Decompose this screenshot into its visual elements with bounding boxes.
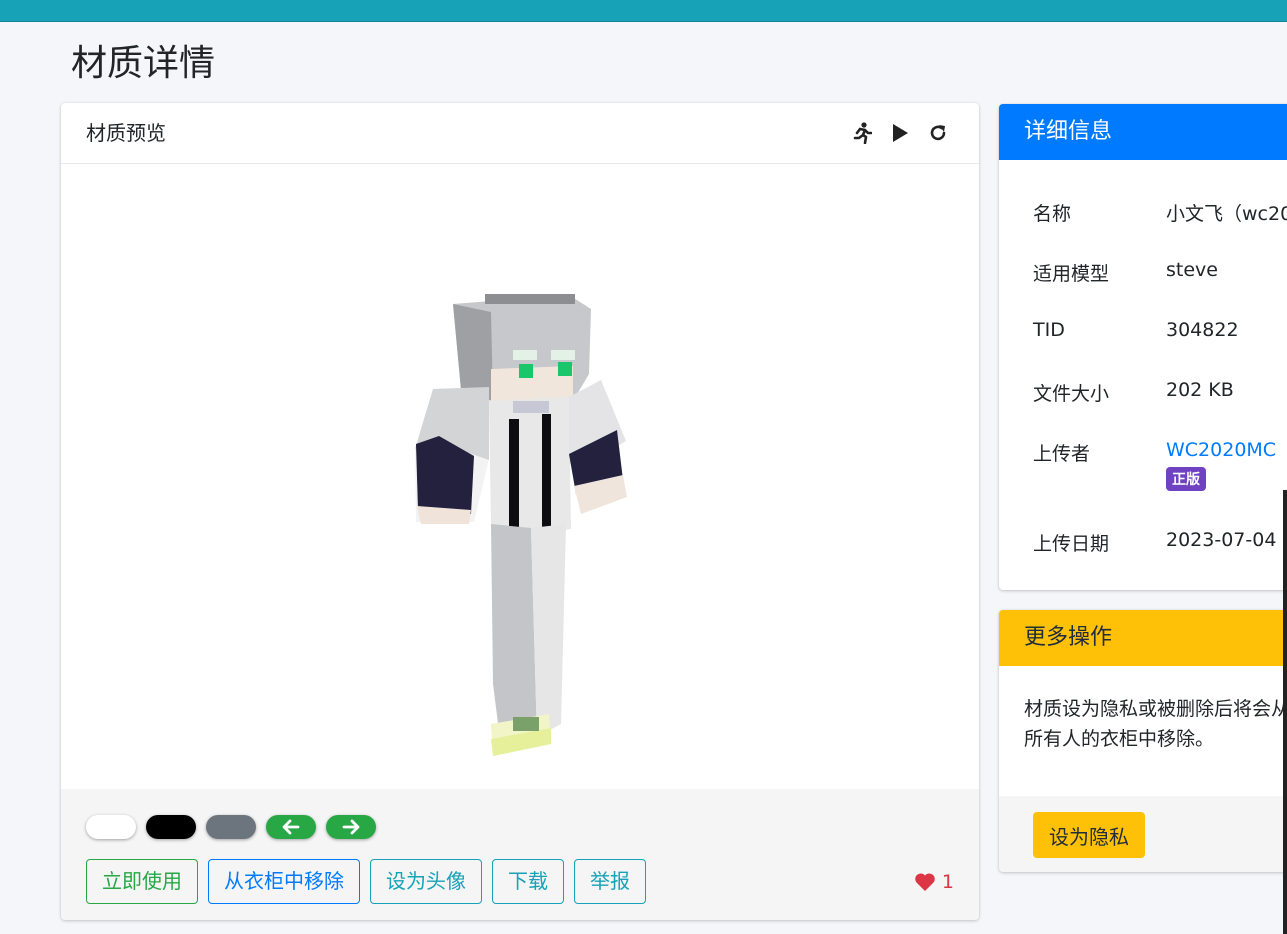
more-actions-footer: 设为隐私 <box>999 796 1287 872</box>
top-navbar <box>0 0 1287 22</box>
skin-model <box>415 294 627 756</box>
uploader-link[interactable]: WC2020MC <box>1166 439 1276 461</box>
use-now-button[interactable]: 立即使用 <box>86 859 198 904</box>
report-button[interactable]: 举报 <box>574 859 646 904</box>
uploader-label: 上传者 <box>1033 443 1091 465</box>
run-icon[interactable] <box>851 121 873 145</box>
scrollbar[interactable] <box>1283 490 1287 934</box>
size-label: 文件大小 <box>1033 383 1110 405</box>
texture-actions: 立即使用 从衣柜中移除 设为头像 下载 举报 <box>86 859 646 904</box>
bg-white-button[interactable] <box>86 815 136 839</box>
uploader-value: WC2020MC 正版 <box>1166 439 1276 491</box>
like-counter[interactable]: 1 <box>914 871 954 893</box>
reset-icon[interactable] <box>927 121 949 145</box>
background-switcher <box>86 815 376 839</box>
arrow-left-icon <box>282 819 300 835</box>
model-label: 适用模型 <box>1033 263 1110 285</box>
tid-label: TID <box>1033 319 1065 341</box>
detail-info-header: 详细信息 <box>999 104 1287 160</box>
preview-toolbar <box>851 121 949 145</box>
preview-title: 材质预览 <box>86 121 166 145</box>
preview-footer: 立即使用 从衣柜中移除 设为头像 下载 举报 1 <box>61 789 979 920</box>
play-icon[interactable] <box>889 121 911 145</box>
page-title: 材质详情 <box>71 43 216 84</box>
name-label: 名称 <box>1033 203 1072 225</box>
detail-info-card: 详细信息 名称 小文飞（wc20 适用模型 steve TID 304822 文… <box>999 104 1287 590</box>
next-background-button[interactable] <box>326 815 376 839</box>
model-value: steve <box>1166 259 1218 281</box>
download-button[interactable]: 下载 <box>492 859 564 904</box>
bg-black-button[interactable] <box>146 815 196 839</box>
remove-from-closet-button[interactable]: 从衣柜中移除 <box>208 859 360 904</box>
more-actions-card: 更多操作 材质设为隐私或被删除后将会从所有人的衣柜中移除。 设为隐私 <box>999 610 1287 872</box>
like-count: 1 <box>941 871 954 893</box>
arrow-right-icon <box>342 819 360 835</box>
set-private-button[interactable]: 设为隐私 <box>1033 812 1145 858</box>
more-actions-header: 更多操作 <box>999 610 1287 666</box>
set-avatar-button[interactable]: 设为头像 <box>370 859 482 904</box>
heart-icon <box>915 873 935 891</box>
date-value: 2023-07-04 1 <box>1166 529 1287 551</box>
tid-value: 304822 <box>1166 319 1239 341</box>
name-value[interactable]: 小文飞（wc20 <box>1166 199 1287 226</box>
preview-header: 材质预览 <box>61 103 979 164</box>
skin-3d-viewer[interactable] <box>61 164 979 789</box>
date-label: 上传日期 <box>1033 533 1110 555</box>
prev-background-button[interactable] <box>266 815 316 839</box>
bg-gray-button[interactable] <box>206 815 256 839</box>
more-actions-description: 材质设为隐私或被删除后将会从所有人的衣柜中移除。 <box>1024 698 1287 750</box>
preview-card: 材质预览 立即使用 从衣柜中移除 设为头像 下载 举报 1 <box>61 103 979 920</box>
uploader-badge: 正版 <box>1166 467 1206 491</box>
size-value: 202 KB <box>1166 379 1234 401</box>
